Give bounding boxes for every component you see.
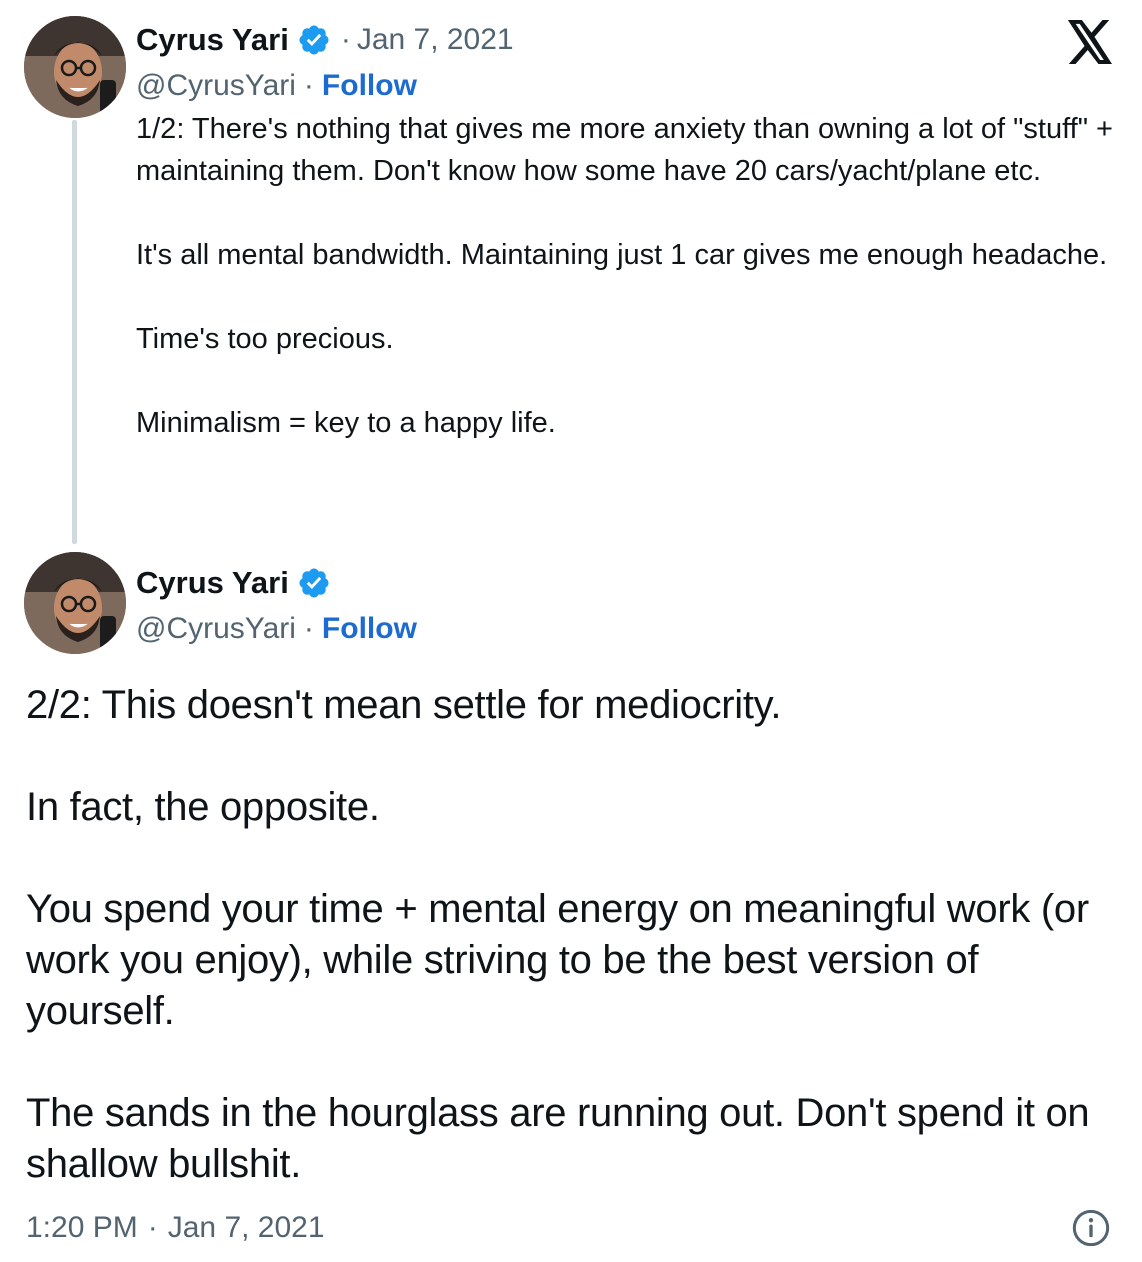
info-icon[interactable] [1071, 1208, 1111, 1248]
author-name[interactable]: Cyrus Yari [136, 22, 289, 58]
tweet-timestamp[interactable]: 1:20 PM · Jan 7, 2021 [26, 1206, 325, 1250]
author-handle[interactable]: @CyrusYari [136, 69, 296, 103]
timestamp-time: 1:20 PM [26, 1211, 138, 1244]
follow-button[interactable]: Follow [322, 69, 417, 103]
thread-connector-line [72, 120, 77, 544]
tweet-paragraph: 1/2: There's nothing that gives me more … [136, 113, 1113, 187]
author-name[interactable]: Cyrus Yari [136, 565, 289, 601]
author-handle[interactable]: @CyrusYari [136, 612, 296, 646]
avatar[interactable] [24, 552, 126, 654]
tweet-paragraph: In fact, the opposite. [26, 785, 380, 829]
verified-badge-icon [299, 568, 329, 598]
tweet-paragraph: It's all mental bandwidth. Maintaining j… [136, 239, 1108, 271]
verified-badge-icon [299, 25, 329, 55]
tweet-paragraph: 2/2: This doesn't mean settle for medioc… [26, 683, 782, 727]
tweet-paragraph: Time's too precious. [136, 323, 394, 355]
tweet1-handle-row: @CyrusYari · Follow [136, 66, 417, 106]
tweet-paragraph: You spend your time + mental energy on m… [26, 887, 1089, 1033]
follow-button[interactable]: Follow [322, 612, 417, 646]
tweet1-body: 1/2: There's nothing that gives me more … [136, 108, 1126, 444]
tweet2-handle-row: @CyrusYari · Follow [136, 609, 417, 649]
separator-dot: · [303, 69, 314, 102]
avatar-photo [24, 16, 126, 118]
separator-dot: · [340, 23, 351, 56]
tweet-paragraph: The sands in the hourglass are running o… [26, 1091, 1090, 1186]
avatar[interactable] [24, 16, 126, 118]
separator-dot: · [147, 1211, 158, 1244]
avatar-photo [24, 552, 126, 654]
tweet2-body: 2/2: This doesn't mean settle for medioc… [26, 680, 1126, 1190]
tweet-date[interactable]: Jan 7, 2021 [357, 23, 514, 57]
timestamp-date: Jan 7, 2021 [167, 1211, 325, 1244]
tweet2-author-row: Cyrus Yari [136, 563, 331, 603]
separator-dot: · [303, 612, 314, 645]
tweet-paragraph: Minimalism = key to a happy life. [136, 407, 556, 439]
tweet1-author-row: Cyrus Yari · Jan 7, 2021 [136, 20, 514, 60]
x-logo-icon[interactable] [1066, 20, 1114, 64]
